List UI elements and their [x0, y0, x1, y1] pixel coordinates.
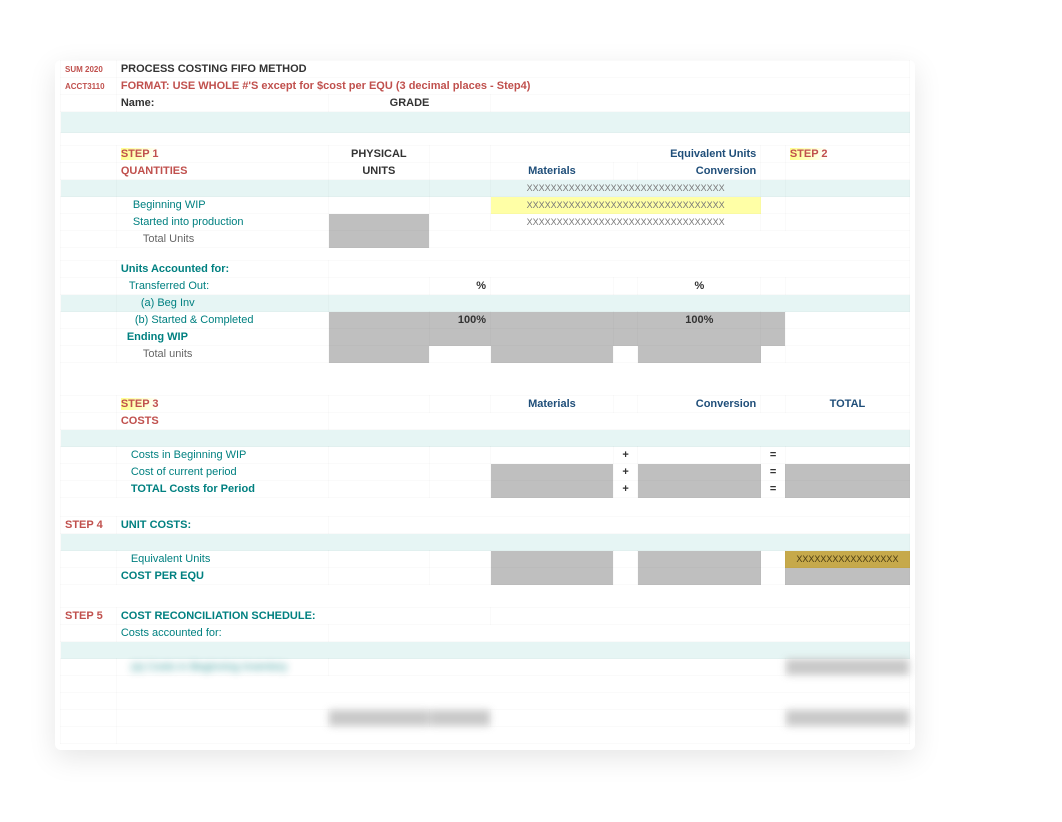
name-label: Name: [116, 95, 328, 112]
title: PROCESS COSTING FIFO METHOD [116, 61, 909, 78]
input-cell[interactable] [491, 551, 614, 568]
input-cell[interactable] [329, 231, 430, 248]
total-label: TOTAL [785, 396, 909, 413]
term-label: SUM 2020 [61, 61, 117, 78]
step5-label: STEP 5 [61, 608, 117, 625]
a-costs-beg-inv: (a) Costs in Beginning Inventory [116, 659, 328, 676]
total-costs-period: TOTAL Costs for Period [116, 481, 328, 498]
input-cell[interactable] [638, 464, 761, 481]
eq-1: = [761, 447, 786, 464]
cost-current-period: Cost of current period [116, 464, 328, 481]
equivalent-units: Equivalent Units [116, 551, 328, 568]
total-units-2: Total units [116, 346, 328, 363]
unit-costs-label: UNIT COSTS: [116, 517, 328, 534]
input-cell[interactable] [491, 312, 614, 329]
xfill: XXXXXXXXXXXXXXXXX [785, 551, 909, 568]
input-cell[interactable] [785, 464, 909, 481]
input-cell[interactable] [638, 346, 761, 363]
pct-100-1: 100% [429, 312, 490, 329]
input-cell[interactable] [429, 710, 490, 727]
total-units: Total Units [116, 231, 328, 248]
input-cell[interactable] [491, 481, 614, 498]
worksheet: SUM 2020 PROCESS COSTING FIFO METHOD ACC… [60, 60, 910, 744]
input-cell[interactable] [491, 329, 614, 346]
input-cell[interactable] [638, 568, 761, 585]
started-into-production: Started into production [116, 214, 328, 231]
physical-label: PHYSICAL [329, 146, 430, 163]
input-cell[interactable] [785, 710, 909, 727]
a-beg-inv: (a) Beg Inv [116, 295, 328, 312]
input-cell[interactable] [329, 710, 430, 727]
transferred-out: Transferred Out: [116, 278, 328, 295]
plus-1: + [613, 447, 638, 464]
plus-2: + [613, 464, 638, 481]
input-cell[interactable] [785, 568, 909, 585]
cost-per-equ: COST PER EQU [116, 568, 328, 585]
input-cell[interactable] [785, 481, 909, 498]
beginning-wip: Beginning WIP [116, 197, 328, 214]
input-cell[interactable] [329, 329, 430, 346]
input-cell[interactable] [785, 659, 909, 676]
conversion-label-2: Conversion [638, 396, 761, 413]
step4-label: STEP 4 [61, 517, 117, 534]
input-cell[interactable] [491, 346, 614, 363]
input-cell[interactable] [638, 329, 761, 346]
input-cell[interactable] [329, 346, 430, 363]
grid: SUM 2020 PROCESS COSTING FIFO METHOD ACC… [60, 60, 910, 744]
units-label: UNITS [329, 163, 430, 180]
pct-label-1: % [429, 278, 490, 295]
input-cell[interactable] [491, 464, 614, 481]
costs-label: COSTS [116, 413, 328, 430]
format-note: FORMAT: USE WHOLE #'S except for $cost p… [116, 78, 909, 95]
input-cell[interactable] [329, 312, 430, 329]
step2-label: STEP 2 [790, 148, 828, 160]
input-cell[interactable] [491, 568, 614, 585]
input-cell[interactable] [638, 551, 761, 568]
plus-3: + [613, 481, 638, 498]
eq-3: = [761, 481, 786, 498]
b-started-completed: (b) Started & Completed [116, 312, 328, 329]
pct-label-2: % [638, 278, 761, 295]
xrow-2: XXXXXXXXXXXXXXXXXXXXXXXXXXXXXXXXX [491, 197, 761, 214]
conversion-label-1: Conversion [638, 163, 761, 180]
grade-label: GRADE [329, 95, 491, 112]
quantities-label: QUANTITIES [116, 163, 328, 180]
costs-in-beg-wip: Costs in Beginning WIP [116, 447, 328, 464]
input-cell[interactable] [329, 214, 430, 231]
course-label: ACCT3110 [61, 78, 117, 95]
cost-recon-schedule: COST RECONCILIATION SCHEDULE: [116, 608, 490, 625]
xrow-3: XXXXXXXXXXXXXXXXXXXXXXXXXXXXXXXXX [491, 214, 761, 231]
xrow-1: XXXXXXXXXXXXXXXXXXXXXXXXXXXXXXXXX [491, 180, 761, 197]
step3-label: STEP 3 [121, 398, 159, 410]
ending-wip: Ending WIP [116, 329, 328, 346]
step1-label: STEP 1 [121, 148, 159, 160]
input-cell[interactable] [638, 481, 761, 498]
eq-2: = [761, 464, 786, 481]
equiv-units-label: Equivalent Units [491, 146, 761, 163]
materials-label-1: Materials [491, 163, 614, 180]
costs-accounted-for: Costs accounted for: [116, 625, 328, 642]
units-accounted-for: Units Accounted for: [116, 261, 328, 278]
pct-100-2: 100% [638, 312, 761, 329]
materials-label-2: Materials [491, 396, 614, 413]
